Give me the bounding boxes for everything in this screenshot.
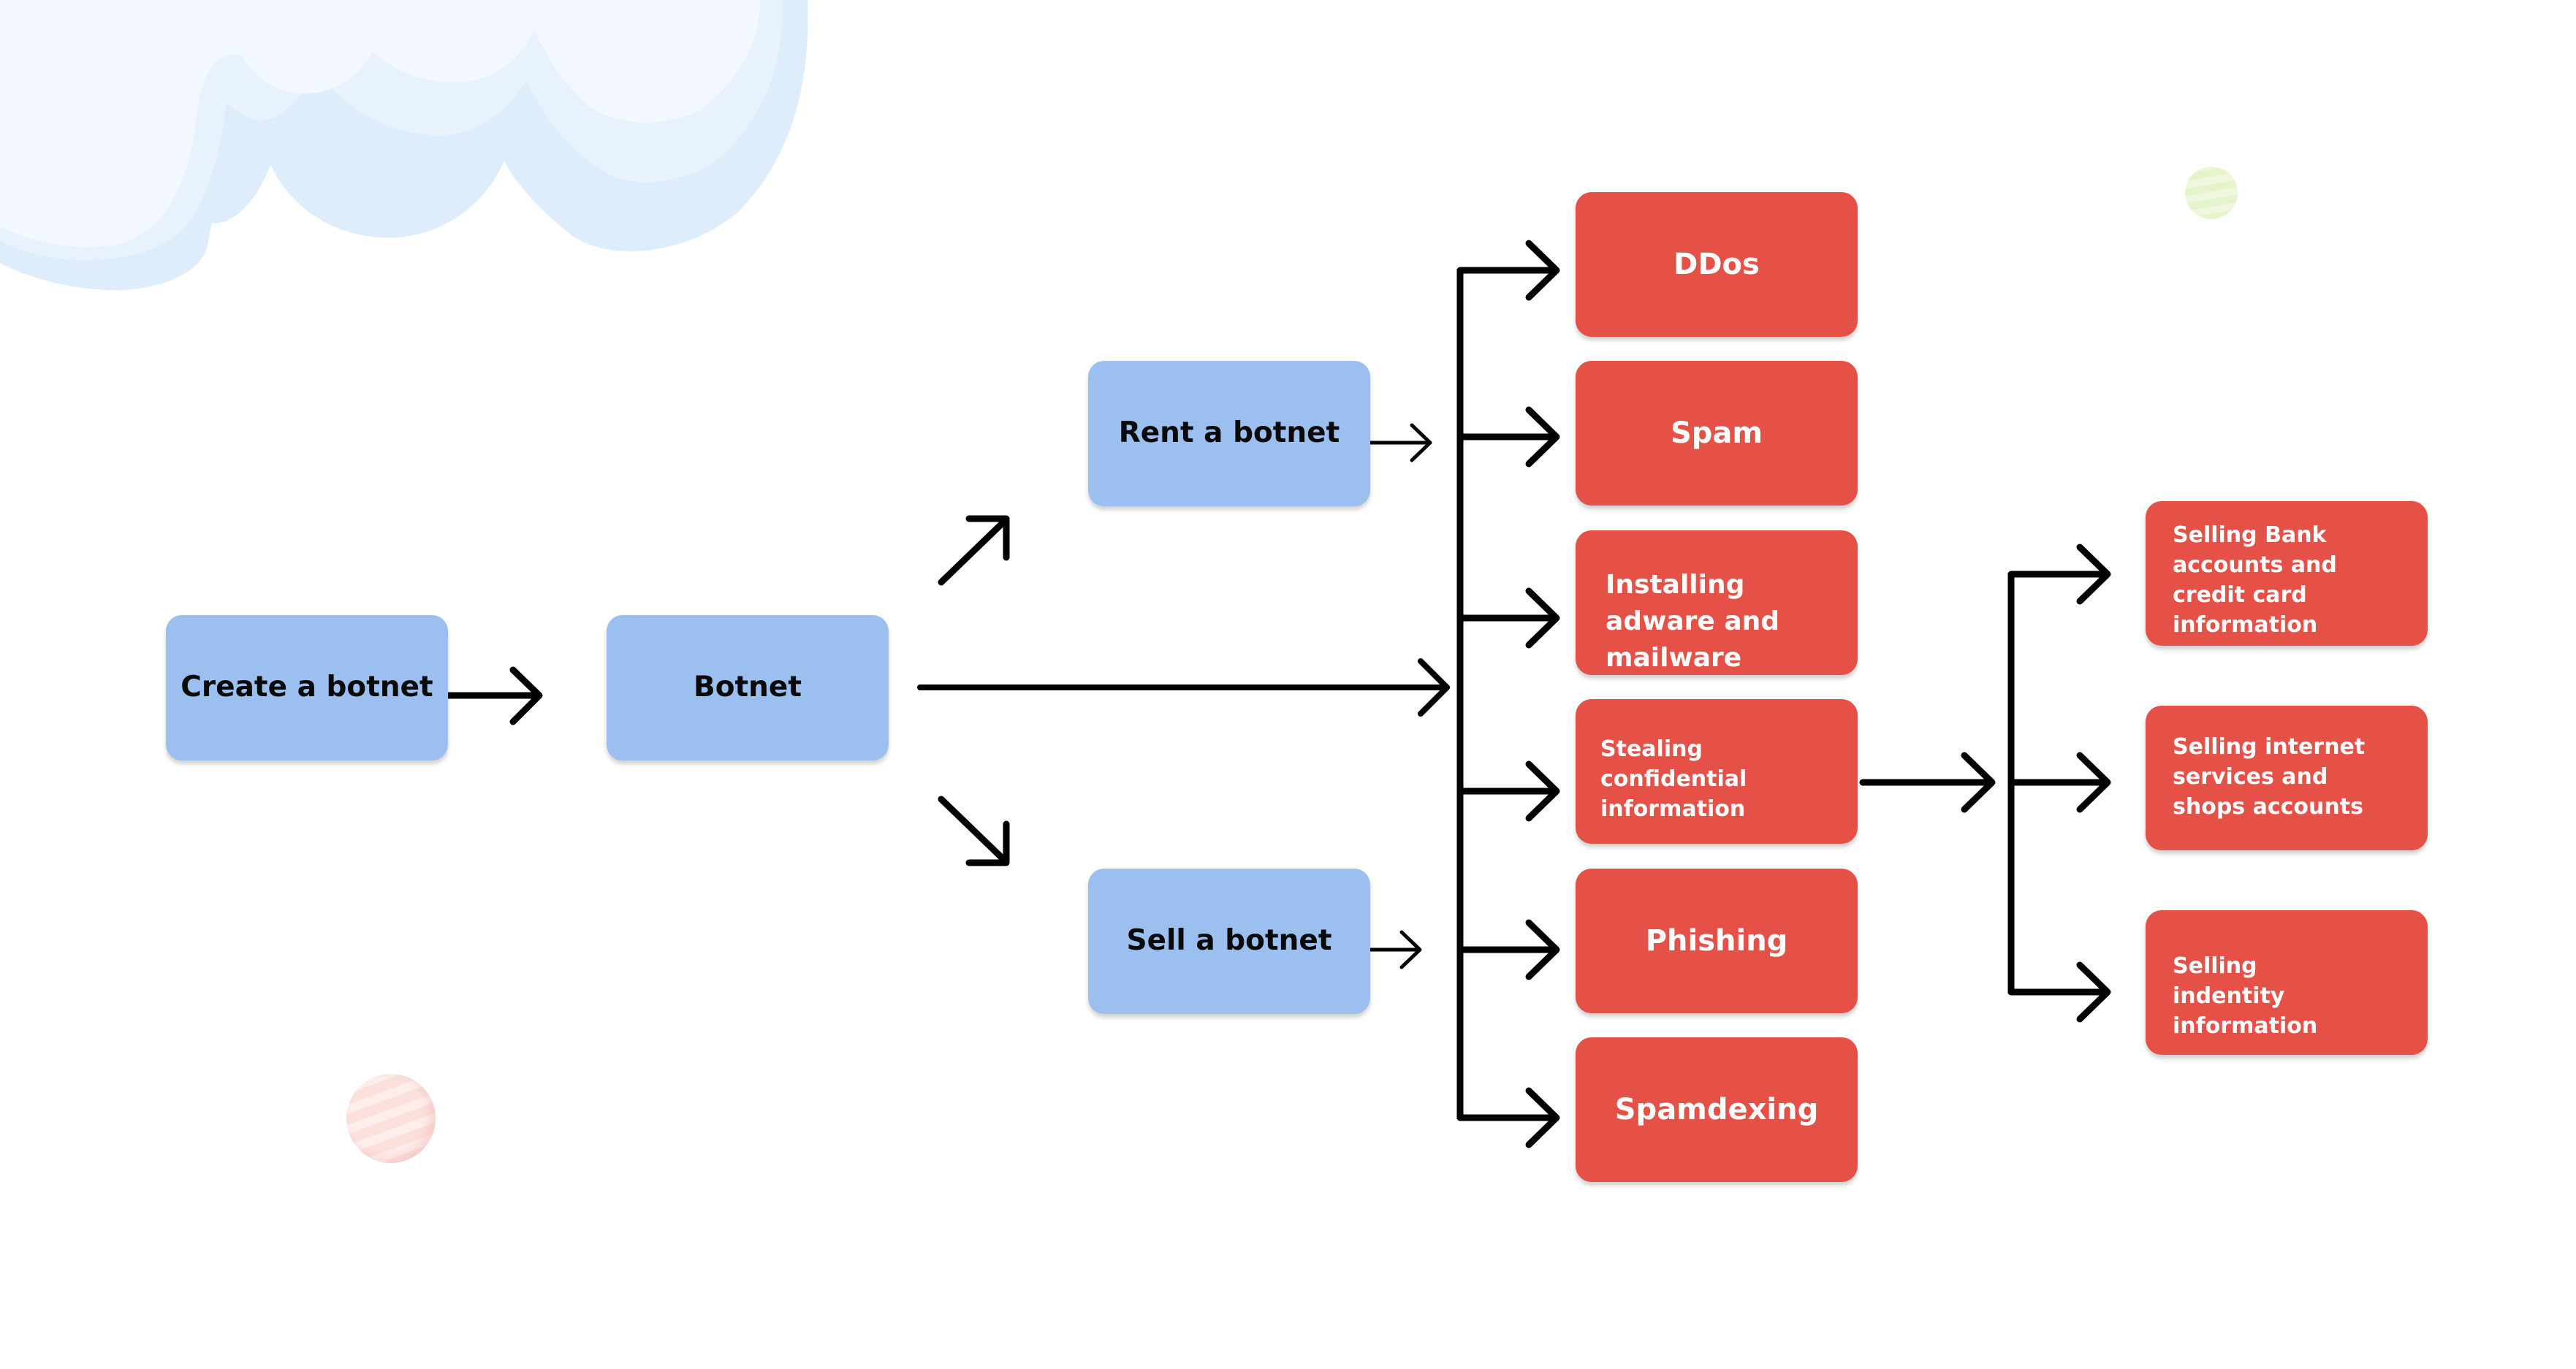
node-label: Spam <box>1670 416 1763 450</box>
node-label: Botnet <box>693 671 802 704</box>
node-label: DDos <box>1673 248 1760 281</box>
outcomes-bracket-arrows <box>2007 544 2111 1023</box>
node-label: Selling internet services and shops acco… <box>2173 734 2366 820</box>
node-outcome-bank[interactable]: Selling Bank accounts and credit card in… <box>2146 501 2428 646</box>
arrow-botnet-to-sell <box>938 796 1010 866</box>
node-use-spam[interactable]: Spam <box>1576 361 1858 506</box>
node-label: Sell a botnet <box>1126 924 1332 958</box>
node-outcome-internet[interactable]: Selling internet services and shops acco… <box>2146 706 2428 850</box>
uses-bracket-arrows <box>1456 240 1560 1148</box>
node-create-botnet[interactable]: Create a botnet <box>166 615 448 760</box>
node-label: Stealing confidential information <box>1600 736 1747 822</box>
node-use-ddos[interactable]: DDos <box>1576 192 1858 337</box>
node-use-stealing[interactable]: Stealing confidential information <box>1576 699 1858 844</box>
node-label: Selling indentity information <box>2173 953 2318 1039</box>
node-rent-botnet[interactable]: Rent a botnet <box>1088 361 1370 506</box>
node-botnet[interactable]: Botnet <box>607 615 889 760</box>
arrow-stealing-to-outcomes <box>1859 752 1996 813</box>
node-use-phishing[interactable]: Phishing <box>1576 869 1858 1013</box>
node-sell-botnet[interactable]: Sell a botnet <box>1088 869 1370 1014</box>
arrow-botnet-to-uses <box>917 658 1450 717</box>
node-label: Installing adware and mailware <box>1606 570 1780 673</box>
node-use-spamdexing[interactable]: Spamdexing <box>1576 1037 1858 1182</box>
arrow-botnet-to-rent <box>938 515 1010 586</box>
arrow-sell-to-uses <box>1369 930 1422 969</box>
node-label: Selling Bank accounts and credit card in… <box>2173 522 2337 638</box>
node-label: Create a botnet <box>181 671 433 704</box>
node-label: Phishing <box>1645 924 1788 958</box>
node-use-adware[interactable]: Installing adware and mailware <box>1576 530 1858 675</box>
node-label: Rent a botnet <box>1118 416 1340 450</box>
node-outcome-identity[interactable]: Selling indentity information <box>2146 910 2428 1055</box>
node-label: Spamdexing <box>1614 1093 1819 1126</box>
arrow-create-to-botnet <box>445 666 543 725</box>
arrow-rent-to-uses <box>1369 423 1432 462</box>
